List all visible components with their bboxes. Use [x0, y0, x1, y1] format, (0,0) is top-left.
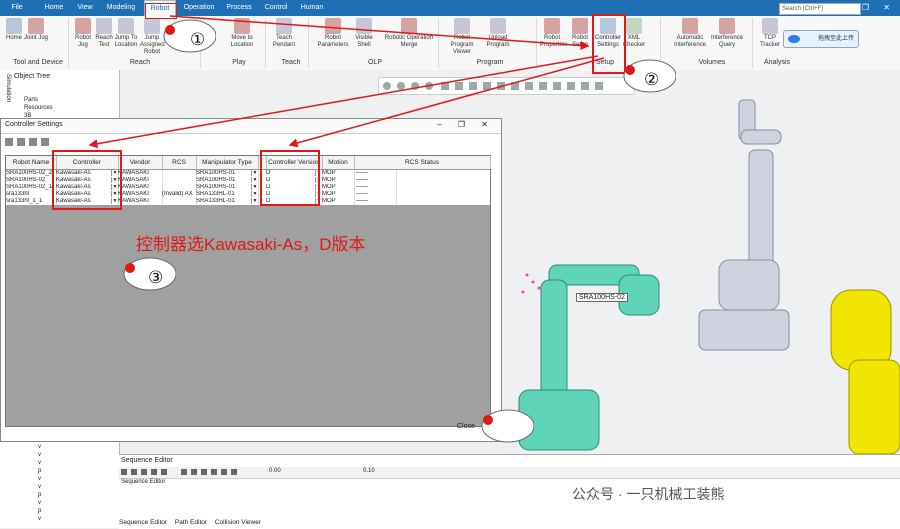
tab-collision-viewer[interactable]: Collision Viewer — [215, 519, 261, 526]
step-number-3: ③ — [148, 268, 164, 287]
sequence-toolbar[interactable]: 0.00 0.10 — [119, 467, 900, 479]
sequence-editor-panel: Sequence Editor 0.00 0.10 Sequence Edito… — [119, 454, 900, 529]
watermark: 公众号 · 一只机械工装熊 — [572, 486, 725, 502]
tab-path-editor[interactable]: Path Editor — [175, 519, 207, 526]
playback-controls-icon — [121, 469, 237, 475]
sequence-editor-title: Sequence Editor — [121, 457, 173, 464]
time-field[interactable]: 0.00 — [269, 468, 281, 474]
mouse-icon — [481, 409, 534, 443]
sequence-editor-subtitle: Sequence Editor — [121, 479, 166, 485]
tab-sequence-editor[interactable]: Sequence Editor — [119, 519, 167, 526]
step-number-1: ① — [190, 30, 206, 49]
annotation-text: 控制器选Kawasaki-As，D版本 — [136, 235, 366, 254]
step-number-2: ② — [644, 70, 660, 89]
mouse-icon — [163, 19, 216, 53]
time-step-field[interactable]: 0.10 — [363, 468, 375, 474]
